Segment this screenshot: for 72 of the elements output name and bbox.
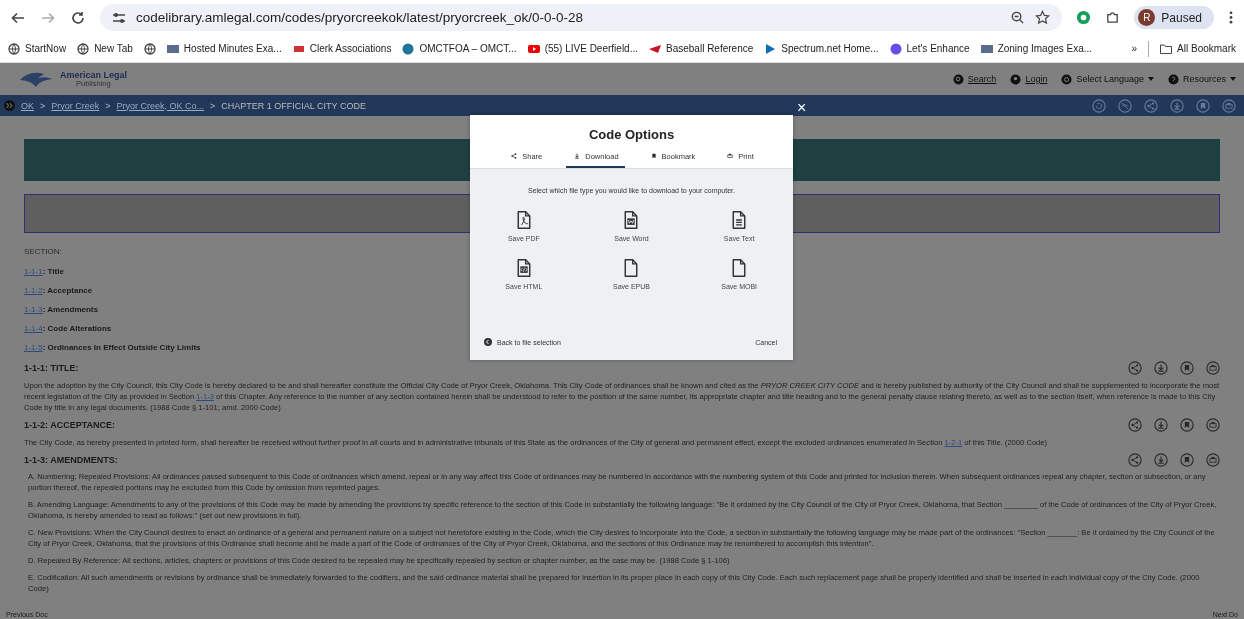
download-icon[interactable] xyxy=(1154,361,1168,375)
section-heading: 1-1-2: ACCEPTANCE: xyxy=(24,420,115,430)
star-icon[interactable] xyxy=(1035,10,1051,25)
breadcrumb-separator: > xyxy=(40,100,46,111)
close-button[interactable]: × xyxy=(797,100,807,116)
caret-icon xyxy=(1230,77,1236,81)
bookmark-icon[interactable] xyxy=(1180,453,1194,467)
bookmark-icon[interactable] xyxy=(1196,98,1210,113)
back-icon xyxy=(484,338,492,346)
print-icon[interactable] xyxy=(1206,361,1220,375)
breadcrumb-link[interactable]: Pryor Creek xyxy=(51,100,100,111)
bookmark-icon[interactable] xyxy=(1180,418,1194,432)
breadcrumb-separator: > xyxy=(105,100,111,111)
more-bookmarks-button[interactable]: » xyxy=(1131,43,1138,54)
logo-text: American Legal xyxy=(60,70,128,80)
bookmark-item[interactable]: OMCTFOA – OMCT... xyxy=(402,42,517,55)
breadcrumb-link[interactable]: OK xyxy=(21,100,34,111)
download-icon[interactable] xyxy=(1154,418,1168,432)
help-icon xyxy=(1167,73,1179,85)
section-label: SECTION: xyxy=(24,247,63,256)
share-icon[interactable] xyxy=(1128,361,1142,375)
breadcrumb-separator: > xyxy=(210,100,216,111)
dropdown-menu[interactable]: Select Language xyxy=(1061,73,1154,85)
bookmark-item[interactable]: Clerk Associations xyxy=(292,42,392,55)
bookmark-item[interactable]: Baseball Reference xyxy=(649,42,754,55)
folder-icon xyxy=(1160,42,1173,55)
extension-icon[interactable] xyxy=(1076,10,1092,25)
square-logo-icon xyxy=(166,42,179,55)
bookmark-item[interactable]: (55) LIVE Deerfield... xyxy=(527,42,638,55)
site-settings-icon[interactable] xyxy=(112,11,126,24)
section-heading: 1-1-1: TITLE: xyxy=(24,363,79,373)
share-icon[interactable] xyxy=(1128,453,1142,467)
dialog-title: Code Options xyxy=(588,127,675,142)
zoom-icon[interactable] xyxy=(1010,10,1026,25)
breadcrumb-link[interactable]: Pryor Creek, OK Co... xyxy=(116,100,205,111)
section-entry: 1-1-1: Title xyxy=(24,266,64,278)
play-icon xyxy=(764,42,777,55)
print-icon[interactable] xyxy=(1222,98,1236,113)
header-link[interactable]: Search xyxy=(952,73,997,85)
expand-icon[interactable] xyxy=(4,100,15,111)
header-link[interactable]: Login xyxy=(1010,73,1048,85)
bookmark-item[interactable]: Zoning Images Exa... xyxy=(980,42,1093,55)
square-logo-icon xyxy=(980,42,993,55)
history-icon[interactable] xyxy=(1092,98,1106,113)
caret-icon xyxy=(1147,77,1154,81)
bookmark-item[interactable]: Spectrum.net Home... xyxy=(764,42,879,55)
section-entry: 1-1-2: Acceptance xyxy=(24,285,93,297)
section-entry: 1-1-3: Amendments xyxy=(24,304,98,316)
bookmark-item[interactable]: New Tab xyxy=(77,42,133,55)
section-entry: 1-1-5: Ordinances In Effect Outside City Limits xyxy=(24,342,201,354)
breadcrumb-current: CHAPTER 1 OFFICIAL CITY CODE xyxy=(221,100,366,111)
print-icon[interactable] xyxy=(1206,418,1220,432)
profile-button[interactable]: R Paused xyxy=(1134,6,1214,29)
reload-icon[interactable] xyxy=(70,9,86,26)
share-icon[interactable] xyxy=(1128,418,1142,432)
dropdown-menu[interactable]: Resources xyxy=(1167,73,1236,85)
bookmark-item[interactable]: Hosted Minutes Exa... xyxy=(166,42,282,55)
menu-icon[interactable] xyxy=(1228,10,1234,25)
download-icon[interactable] xyxy=(1154,453,1168,467)
bookmark-icon[interactable] xyxy=(1180,361,1194,375)
print-icon[interactable] xyxy=(1206,453,1220,467)
eagle-logo-icon xyxy=(20,70,54,88)
section-entry: 1-1-4: Code Alterations xyxy=(24,323,112,335)
bookmark-item[interactable]: Let's Enhance xyxy=(889,42,970,55)
all-bookmarks-button[interactable]: All Bookmark xyxy=(1160,42,1236,55)
video-play-icon xyxy=(527,42,540,55)
download-icon[interactable] xyxy=(1170,98,1184,113)
section-heading: 1-1-3: AMENDMENTS: xyxy=(24,455,118,465)
bookmark-item[interactable]: StartNow xyxy=(8,42,67,55)
share-icon[interactable] xyxy=(1144,98,1158,113)
address-bar[interactable]: codelibrary.amlegal.com/codes/pryorcreekok/latest/pryorcreek_ok/0-0-0-28 xyxy=(100,4,1063,31)
blob-icon xyxy=(889,42,902,55)
